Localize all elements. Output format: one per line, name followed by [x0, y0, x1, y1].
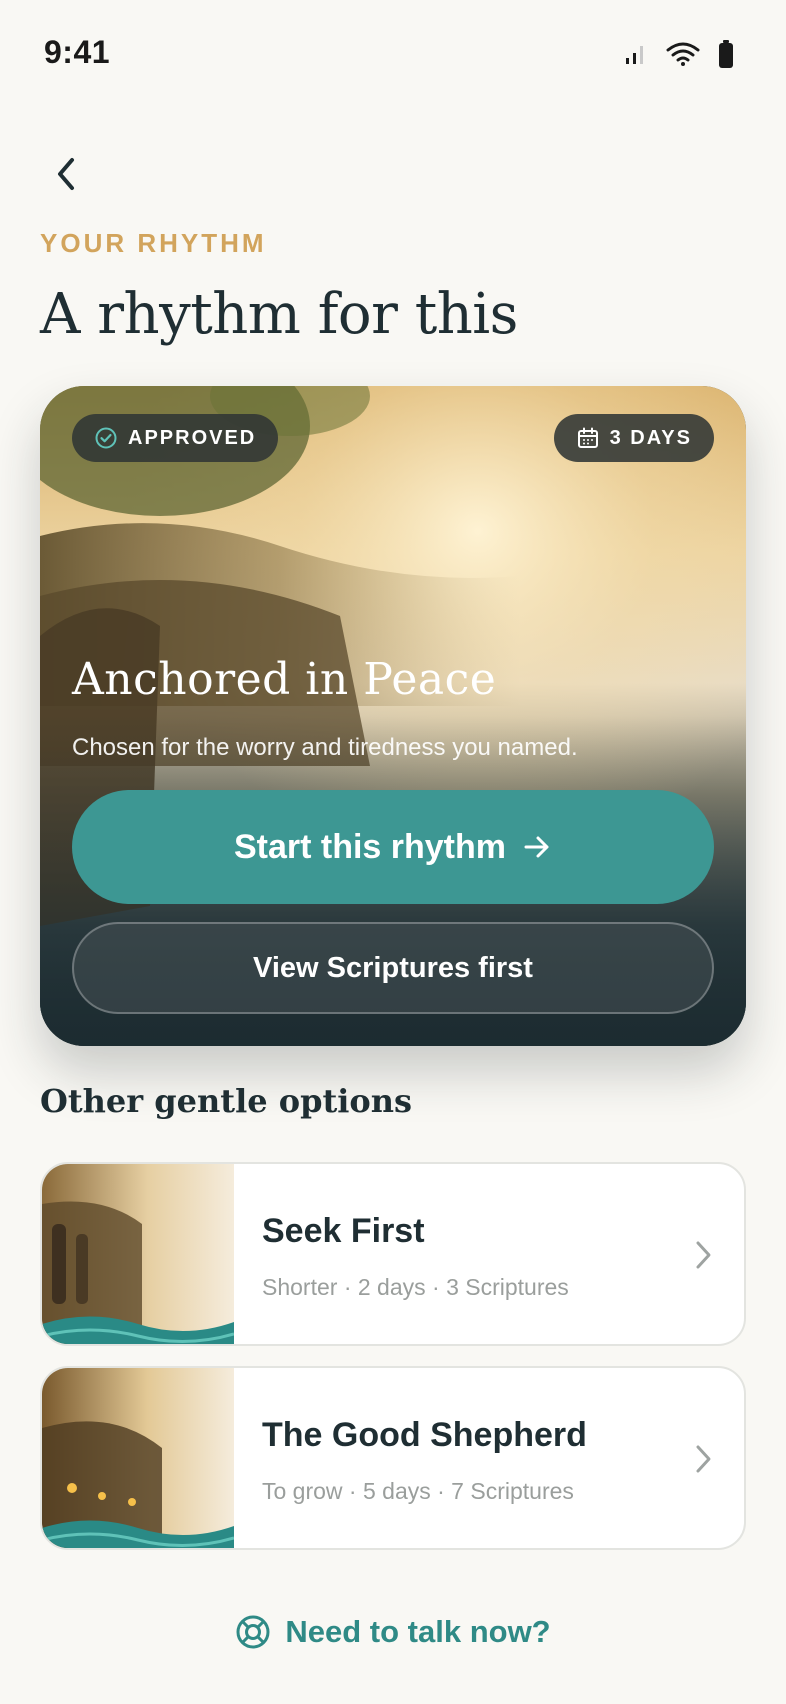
featured-rhythm-card: APPROVED 3 DAYS Anchored in Peace Chosen…: [40, 386, 746, 1046]
need-to-talk-label: Need to talk now?: [285, 1614, 551, 1649]
start-rhythm-label: Start this rhythm: [233, 827, 507, 866]
option-meta: Shorter · 2 days · 3 Scriptures: [262, 1274, 569, 1300]
option-card-good-shepherd[interactable]: The Good Shepherd To grow · 5 days · 7 S…: [40, 1366, 746, 1550]
chevron-right-icon: [696, 1241, 711, 1269]
chevron-right-icon: [696, 1445, 711, 1473]
rhythm-subtitle: Chosen for the worry and tiredness you n…: [72, 734, 578, 761]
calendar-icon: [577, 427, 598, 448]
page-title: A rhythm for this: [40, 282, 518, 347]
wifi-icon: [666, 42, 700, 66]
view-scriptures-button[interactable]: View Scriptures first: [72, 922, 714, 1014]
option-thumbnail: [42, 1164, 234, 1344]
status-bar: 9:41: [0, 0, 786, 110]
battery-icon: [719, 40, 733, 68]
approved-badge-label: APPROVED: [128, 426, 257, 449]
option-thumbnail: [42, 1368, 234, 1548]
duration-badge-label: 3 DAYS: [609, 426, 692, 449]
back-button[interactable]: [40, 148, 92, 200]
cellular-signal-icon: [626, 46, 643, 64]
option-title: The Good Shepherd: [262, 1416, 587, 1454]
option-title: Seek First: [262, 1212, 425, 1250]
eyebrow-label: YOUR RHYTHM: [40, 228, 267, 258]
rhythm-title: Anchored in Peace: [72, 654, 497, 705]
arrow-right-icon: [524, 836, 549, 858]
other-options-heading: Other gentle options: [40, 1082, 412, 1120]
start-rhythm-button[interactable]: Start this rhythm: [72, 790, 714, 904]
status-icons: [624, 40, 734, 68]
approved-badge: APPROVED: [72, 414, 279, 462]
option-meta: To grow · 5 days · 7 Scriptures: [262, 1478, 574, 1504]
option-card-seek-first[interactable]: Seek First Shorter · 2 days · 3 Scriptur…: [40, 1162, 746, 1346]
duration-badge: 3 DAYS: [553, 414, 714, 462]
status-time: 9:41: [44, 34, 111, 70]
chevron-left-icon: [58, 158, 74, 190]
view-scriptures-label: View Scriptures first: [253, 951, 533, 984]
verified-check-icon: [95, 427, 117, 449]
need-to-talk-link[interactable]: Need to talk now?: [0, 1614, 786, 1650]
lifebuoy-icon: [236, 1615, 270, 1649]
